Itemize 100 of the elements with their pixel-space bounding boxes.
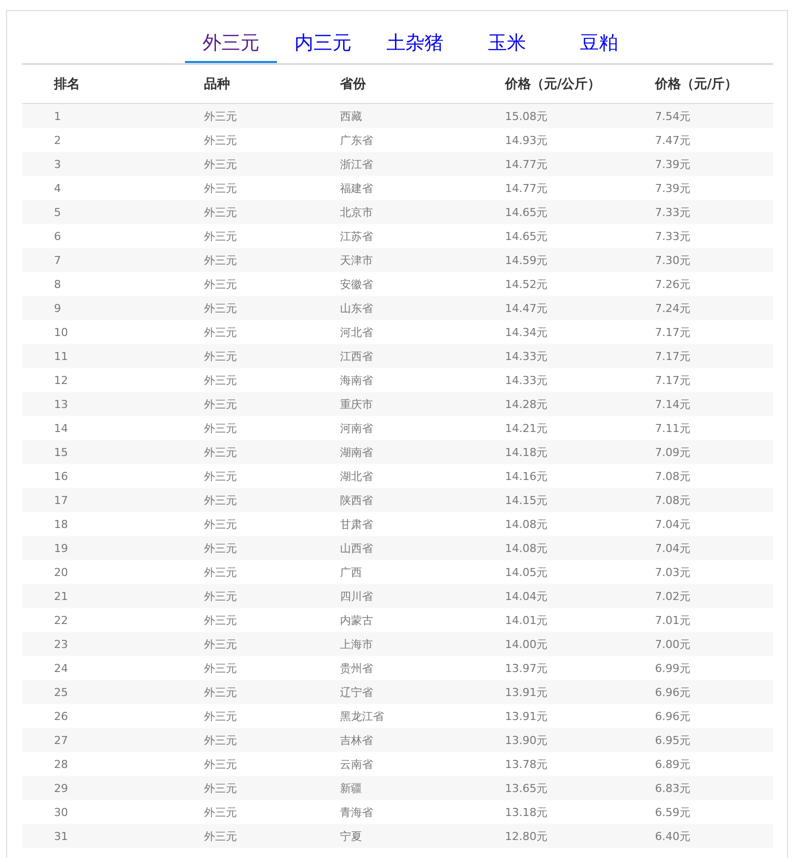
table-cell-text: 5 bbox=[53, 206, 62, 218]
tab[interactable]: 玉米 bbox=[461, 29, 553, 63]
table-cell-text: 青海省 bbox=[339, 804, 374, 820]
table-cell-text: 3 bbox=[53, 158, 62, 170]
table-cell-text: 甘肃省 bbox=[339, 516, 374, 532]
table-cell-text: 外三元 bbox=[203, 300, 238, 316]
table-cell-text: 25 bbox=[53, 686, 69, 698]
table-cell-text: 西藏 bbox=[339, 108, 363, 124]
table-cell-text: 外三元 bbox=[203, 708, 238, 724]
table-cell-text: 上海市 bbox=[339, 636, 374, 652]
table-cell-text: 外三元 bbox=[203, 156, 238, 172]
table-cell-text: 7.09元 bbox=[654, 444, 692, 460]
table-cell-text: 22 bbox=[53, 614, 69, 626]
table-cell-text: 外三元 bbox=[203, 612, 238, 628]
table-cell-text: 6.99元 bbox=[654, 660, 692, 676]
table-cell-text: 13.91元 bbox=[504, 708, 548, 724]
table-cell-text: 7.08元 bbox=[654, 468, 692, 484]
table-cell-text: 山西省 bbox=[339, 540, 374, 556]
table-cell-text: 14.77元 bbox=[504, 180, 548, 196]
table-cell-text: 重庆市 bbox=[339, 396, 374, 412]
column-header: 价格（元/公斤） bbox=[504, 76, 602, 93]
table-cell-text: 外三元 bbox=[203, 372, 238, 388]
table-cell-text: 6.96元 bbox=[654, 684, 692, 700]
table-cell-text: 13.90元 bbox=[504, 732, 548, 748]
table-cell-text: 15 bbox=[53, 446, 69, 458]
table-cell-text: 6.95元 bbox=[654, 732, 692, 748]
table-cell-text: 14.52元 bbox=[504, 276, 548, 292]
table-cell-text: 7.04元 bbox=[654, 516, 692, 532]
table-cell-text: 14.16元 bbox=[504, 468, 548, 484]
tab[interactable]: 外三元 bbox=[185, 29, 277, 63]
table-cell-text: 外三元 bbox=[203, 732, 238, 748]
tab[interactable]: 内三元 bbox=[277, 29, 369, 63]
table-cell-text: 7.47元 bbox=[654, 132, 692, 148]
table-cell-text: 13.78元 bbox=[504, 756, 548, 772]
table-cell-text: 6.89元 bbox=[654, 756, 692, 772]
table-cell-text: 21 bbox=[53, 590, 69, 602]
table-cell-text: 外三元 bbox=[203, 228, 238, 244]
table-cell-text: 10 bbox=[53, 326, 69, 338]
table-cell-text: 外三元 bbox=[203, 684, 238, 700]
table-cell-text: 7.14元 bbox=[654, 396, 692, 412]
table-cell-text: 12 bbox=[53, 374, 69, 386]
table-cell-text: 14.04元 bbox=[504, 588, 548, 604]
table-cell-text: 13.65元 bbox=[504, 780, 548, 796]
table-cell-text: 18 bbox=[53, 518, 69, 530]
table-cell-text: 14.65元 bbox=[504, 204, 548, 220]
table-cell-text: 7.03元 bbox=[654, 564, 692, 580]
tab[interactable]: 土杂猪 bbox=[369, 29, 461, 63]
table-cell-text: 7.54元 bbox=[654, 108, 692, 124]
table-cell-text: 27 bbox=[53, 734, 69, 746]
table-cell-text: 外三元 bbox=[203, 660, 238, 676]
table-cell-text: 2 bbox=[53, 134, 62, 146]
table-cell-text: 外三元 bbox=[203, 588, 238, 604]
table-cell-text: 23 bbox=[53, 638, 69, 650]
table-cell-text: 江西省 bbox=[339, 348, 374, 364]
table-cell-text: 7.00元 bbox=[654, 636, 692, 652]
table-cell-text: 28 bbox=[53, 758, 69, 770]
table-cell-text: 陕西省 bbox=[339, 492, 374, 508]
table-cell-text: 7.39元 bbox=[654, 180, 692, 196]
table-cell-text: 外三元 bbox=[203, 204, 238, 220]
table-cell-text: 新疆 bbox=[339, 780, 363, 796]
table-cell-text: 辽宁省 bbox=[339, 684, 374, 700]
table-cell-text: 外三元 bbox=[203, 324, 238, 340]
table-cell-text: 湖北省 bbox=[339, 468, 374, 484]
table-cell-text: 26 bbox=[53, 710, 69, 722]
table-cell-text: 外三元 bbox=[203, 180, 238, 196]
table-cell-text: 4 bbox=[53, 182, 62, 194]
table-cell-text: 7.01元 bbox=[654, 612, 692, 628]
table-cell-text: 14.05元 bbox=[504, 564, 548, 580]
table-cell-text: 外三元 bbox=[203, 756, 238, 772]
table-cell-text: 外三元 bbox=[203, 420, 238, 436]
column-header: 价格（元/斤） bbox=[654, 76, 739, 93]
table-cell-text: 河北省 bbox=[339, 324, 374, 340]
table-cell-text: 7.11元 bbox=[654, 420, 692, 436]
table-cell-text: 6.96元 bbox=[654, 708, 692, 724]
table-cell-text: 14.15元 bbox=[504, 492, 548, 508]
table-cell-text: 7.17元 bbox=[654, 324, 692, 340]
table-cell-text: 广东省 bbox=[339, 132, 374, 148]
table-cell-text: 14.00元 bbox=[504, 636, 548, 652]
table-cell-text: 7.33元 bbox=[654, 228, 692, 244]
table-cell-text: 安徽省 bbox=[339, 276, 374, 292]
table-cell-text: 9 bbox=[53, 302, 62, 314]
table-cell-text: 16 bbox=[53, 470, 69, 482]
table-cell-text: 外三元 bbox=[203, 804, 238, 820]
table-cell-text: 11 bbox=[53, 350, 69, 362]
table-cell-text: 19 bbox=[53, 542, 69, 554]
table-cell-text: 云南省 bbox=[339, 756, 374, 772]
table-cell-text: 外三元 bbox=[203, 564, 238, 580]
table-cell-text: 浙江省 bbox=[339, 156, 374, 172]
table-cell-text: 12.80元 bbox=[504, 828, 548, 844]
table-cell-text: 6 bbox=[53, 230, 62, 242]
table-cell-text: 14.33元 bbox=[504, 372, 548, 388]
table-cell-text: 外三元 bbox=[203, 492, 238, 508]
table-cell-text: 14.59元 bbox=[504, 252, 548, 268]
table-cell-text: 31 bbox=[53, 830, 69, 842]
table-cell-text: 外三元 bbox=[203, 828, 238, 844]
table-cell-text: 6.40元 bbox=[654, 828, 692, 844]
table-cell-text: 外三元 bbox=[203, 444, 238, 460]
tab[interactable]: 豆粕 bbox=[553, 29, 645, 63]
table-cell-text: 7 bbox=[53, 254, 62, 266]
table-cell-text: 14.01元 bbox=[504, 612, 548, 628]
